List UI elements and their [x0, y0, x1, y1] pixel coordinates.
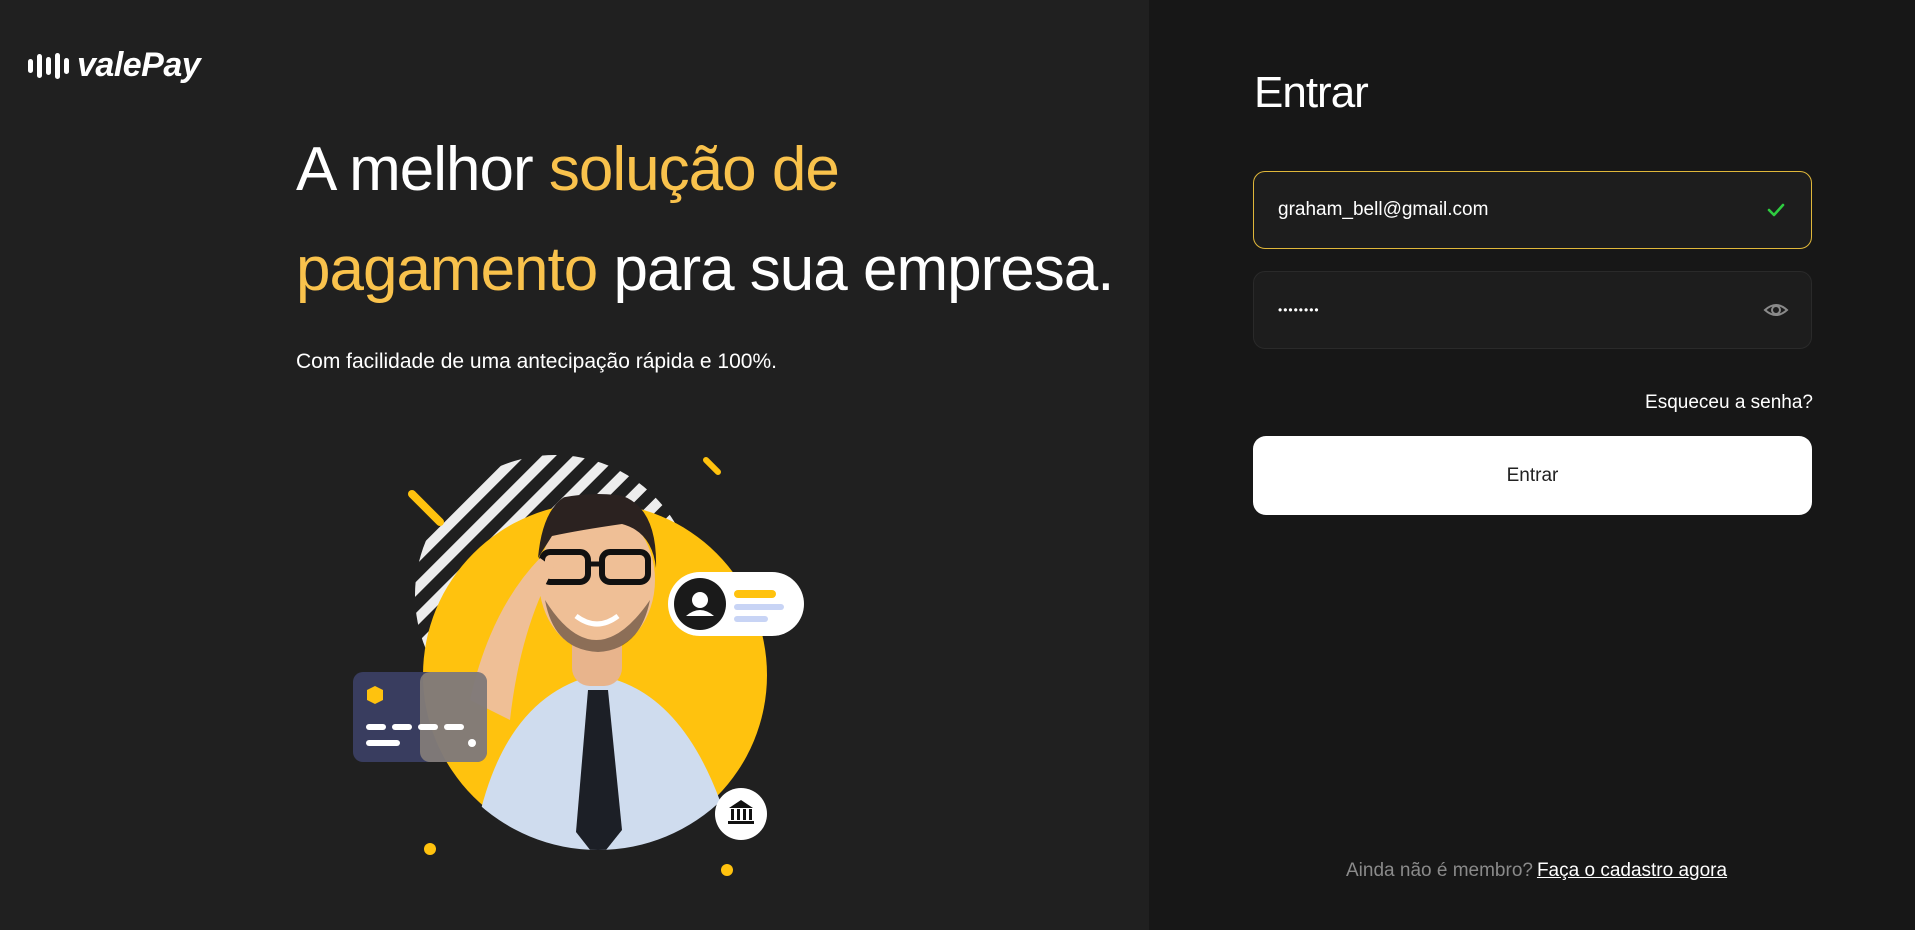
hero-headline: A melhor solução de pagamento para sua em…	[296, 120, 1146, 320]
forgot-password-link[interactable]: Esqueceu a senha?	[1645, 392, 1813, 414]
profile-card	[668, 572, 804, 636]
brand-name: valePay	[77, 46, 201, 84]
brand-logo[interactable]: valePay	[28, 46, 201, 85]
eye-icon[interactable]	[1763, 297, 1789, 323]
deco-dot	[424, 843, 436, 855]
headline-text-1: A melhor	[296, 135, 549, 204]
headline-text-2: para sua empresa.	[597, 235, 1114, 304]
signup-prompt-text: Ainda não é membro?	[1346, 860, 1533, 881]
deco-dash	[703, 457, 721, 475]
deco-dash	[408, 490, 444, 526]
sound-wave-logo-icon	[28, 51, 69, 81]
headline-highlight-2: pagamento	[296, 235, 598, 304]
check-icon	[1763, 197, 1789, 223]
login-title: Entrar	[1254, 68, 1369, 117]
bank-icon	[715, 788, 767, 840]
signup-prompt: Ainda não é membro? Faça o cadastro agora	[1346, 860, 1727, 882]
password-input[interactable]	[1276, 302, 1763, 318]
password-field[interactable]	[1253, 271, 1812, 349]
email-field[interactable]	[1253, 171, 1812, 249]
signup-link[interactable]: Faça o cadastro agora	[1537, 860, 1727, 881]
login-button[interactable]: Entrar	[1253, 436, 1812, 515]
hero-subtext: Com facilidade de uma antecipação rápida…	[296, 350, 777, 373]
email-input[interactable]	[1276, 198, 1763, 222]
hero-illustration	[353, 455, 804, 876]
credit-card-graphic	[353, 672, 487, 762]
headline-highlight-1: solução de	[548, 135, 840, 204]
deco-dot	[721, 864, 733, 876]
hero-panel: valePay A melhor solução de pagamento par…	[0, 0, 1149, 930]
